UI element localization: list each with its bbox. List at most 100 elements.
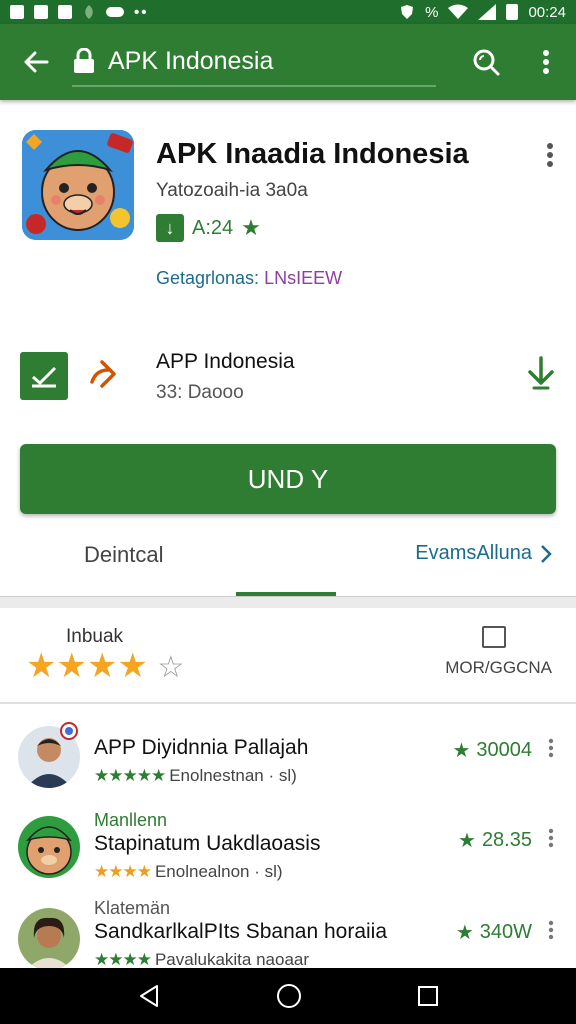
app-header: APK Inaadia Indonesia Yatozoaih-ia 3a0a … xyxy=(0,100,576,320)
more-vert-icon xyxy=(547,143,553,167)
review-menu-button[interactable] xyxy=(548,828,554,853)
review-menu-button[interactable] xyxy=(548,920,554,945)
star-icon: ★ xyxy=(241,215,261,240)
url-text: APK Indonesia xyxy=(108,46,274,75)
verified-icon xyxy=(20,352,68,400)
review-menu-button[interactable] xyxy=(548,738,554,763)
review-subtitle: ★★★★ Enolnealnon · sl) xyxy=(94,862,283,882)
rating-row: ↓ A:24 ★ xyxy=(156,214,261,242)
review-kicker: Manllenn xyxy=(94,810,168,830)
section-divider xyxy=(0,596,576,608)
review-list: APP Diyidnnia Pallajah ★★★★★ Enolnestnan… xyxy=(0,712,576,968)
tab-more[interactable]: EvamsAlluna xyxy=(415,542,552,565)
star-1-icon[interactable]: ★ xyxy=(26,647,56,685)
rating-stars-icon: ★★★★ xyxy=(94,862,152,881)
avatar xyxy=(18,816,80,878)
arrow-left-icon xyxy=(24,51,49,73)
app-menu-button[interactable] xyxy=(546,142,554,173)
status-time: 00:24 xyxy=(528,3,566,21)
star-5-icon[interactable]: ☆ xyxy=(157,651,184,684)
review-score-value: 30004 xyxy=(476,739,532,761)
rating-value: A:24 xyxy=(192,216,234,239)
signal-icon xyxy=(478,4,497,20)
download-button[interactable] xyxy=(526,356,556,395)
notification-icon xyxy=(10,5,24,19)
chevron-right-icon xyxy=(541,544,552,563)
back-button[interactable] xyxy=(0,24,72,100)
category-line: Getagrlonas: LNsIEEW xyxy=(156,268,342,289)
search-icon xyxy=(473,49,500,76)
review-title: Stapinatum Uakdlaoasis xyxy=(94,832,321,855)
shield-icon xyxy=(401,5,414,19)
category-value[interactable]: LNsIEEW xyxy=(264,268,342,288)
more-vert-icon xyxy=(548,738,554,758)
download-badge-icon: ↓ xyxy=(156,214,184,242)
nav-home-icon[interactable] xyxy=(275,982,303,1010)
list-item[interactable]: Manllenn Stapinatum Uakdlaoasis ★★★★ Eno… xyxy=(0,802,576,888)
top-app-bar: APK Indonesia xyxy=(0,24,576,100)
rating-stars-icon: ★★★★★ xyxy=(94,766,166,785)
review-score: ★ 30004 xyxy=(452,738,532,763)
star-icon: ★ xyxy=(455,922,474,944)
review-subtitle: ★★★★★ Enolnestnan · sl) xyxy=(94,766,297,786)
list-item[interactable]: Klatemän SandkarlkalPIts Sbanan horaiia … xyxy=(0,894,576,968)
download-icon xyxy=(528,356,554,390)
mascot-icon xyxy=(22,130,134,240)
review-score-value: 28.35 xyxy=(481,829,532,851)
lock-icon xyxy=(74,48,94,73)
tab-more-label: EvamsAlluna xyxy=(415,542,532,564)
category-label: Getagrlonas: xyxy=(156,268,260,288)
install-button[interactable]: UND Y xyxy=(20,444,556,514)
star-3-icon[interactable]: ★ xyxy=(87,647,117,685)
overflow-menu-button[interactable] xyxy=(516,24,576,100)
url-bar[interactable]: APK Indonesia xyxy=(72,37,436,87)
status-bar: •• % 00:24 xyxy=(0,0,576,24)
review-title: APP Diyidnnia Pallajah xyxy=(94,736,309,759)
star-2-icon[interactable]: ★ xyxy=(56,647,86,685)
more-vert-icon xyxy=(548,920,554,940)
feature-row[interactable]: APP Indonesia 33: Daooo xyxy=(0,340,576,420)
leaf-icon xyxy=(85,5,93,19)
review-subtitle: ★★★★ Pavalukakita naoaar xyxy=(94,950,309,968)
edit-notification-icon xyxy=(34,5,48,19)
tab-details[interactable]: Deintcal xyxy=(84,542,163,568)
wifi-icon xyxy=(448,4,469,19)
app-developer[interactable]: Yatozoaih-ia 3a0a xyxy=(156,180,308,202)
chat-icon xyxy=(106,7,124,17)
more-notifications-icon: •• xyxy=(134,3,149,21)
more-label[interactable]: MOR/GGCNA xyxy=(445,658,552,678)
list-item[interactable]: APP Diyidnnia Pallajah ★★★★★ Enolnestnan… xyxy=(0,712,576,798)
avatar xyxy=(18,908,80,968)
app-icon[interactable] xyxy=(22,130,134,240)
battery-icon xyxy=(506,4,519,20)
feature-title: APP Indonesia xyxy=(156,350,295,373)
star-icon: ★ xyxy=(452,740,471,762)
nav-back-icon[interactable] xyxy=(137,984,161,1008)
review-kicker: Klatemän xyxy=(94,898,171,918)
rate-label: Inbuak xyxy=(66,626,124,647)
review-sub-text: Enolnealnon · sl) xyxy=(154,862,283,881)
review-score: ★ 28.35 xyxy=(458,828,532,853)
feature-subtitle: 33: Daooo xyxy=(156,382,244,403)
more-vert-icon xyxy=(543,50,549,74)
search-button[interactable] xyxy=(456,24,516,100)
rate-section: Inbuak ★★★★ ☆ MOR/GGCNA xyxy=(0,608,576,704)
badge-icon xyxy=(60,722,78,740)
image-notification-icon xyxy=(58,5,72,19)
review-sub-text: Enolnestnan · sl) xyxy=(169,766,297,785)
rate-stars[interactable]: ★★★★ ☆ xyxy=(26,646,184,686)
review-score-value: 340W xyxy=(479,921,532,943)
tabs-bar: Deintcal EvamsAlluna xyxy=(0,526,576,598)
app-title: APK Inaadia Indonesia xyxy=(156,138,469,170)
nav-recents-icon[interactable] xyxy=(417,985,439,1007)
rating-stars-icon: ★★★★ xyxy=(94,950,152,968)
review-sub-text: Pavalukakita naoaar xyxy=(154,950,310,968)
star-4-icon[interactable]: ★ xyxy=(117,647,147,685)
system-nav-bar xyxy=(0,968,576,1024)
percent-icon: % xyxy=(425,3,439,21)
share-arrow-icon xyxy=(86,356,122,397)
star-icon: ★ xyxy=(458,830,476,852)
review-score: ★ 340W xyxy=(456,920,532,945)
checkbox-icon[interactable] xyxy=(482,626,506,648)
review-title: SandkarlkalPIts Sbanan horaiia xyxy=(94,920,388,943)
